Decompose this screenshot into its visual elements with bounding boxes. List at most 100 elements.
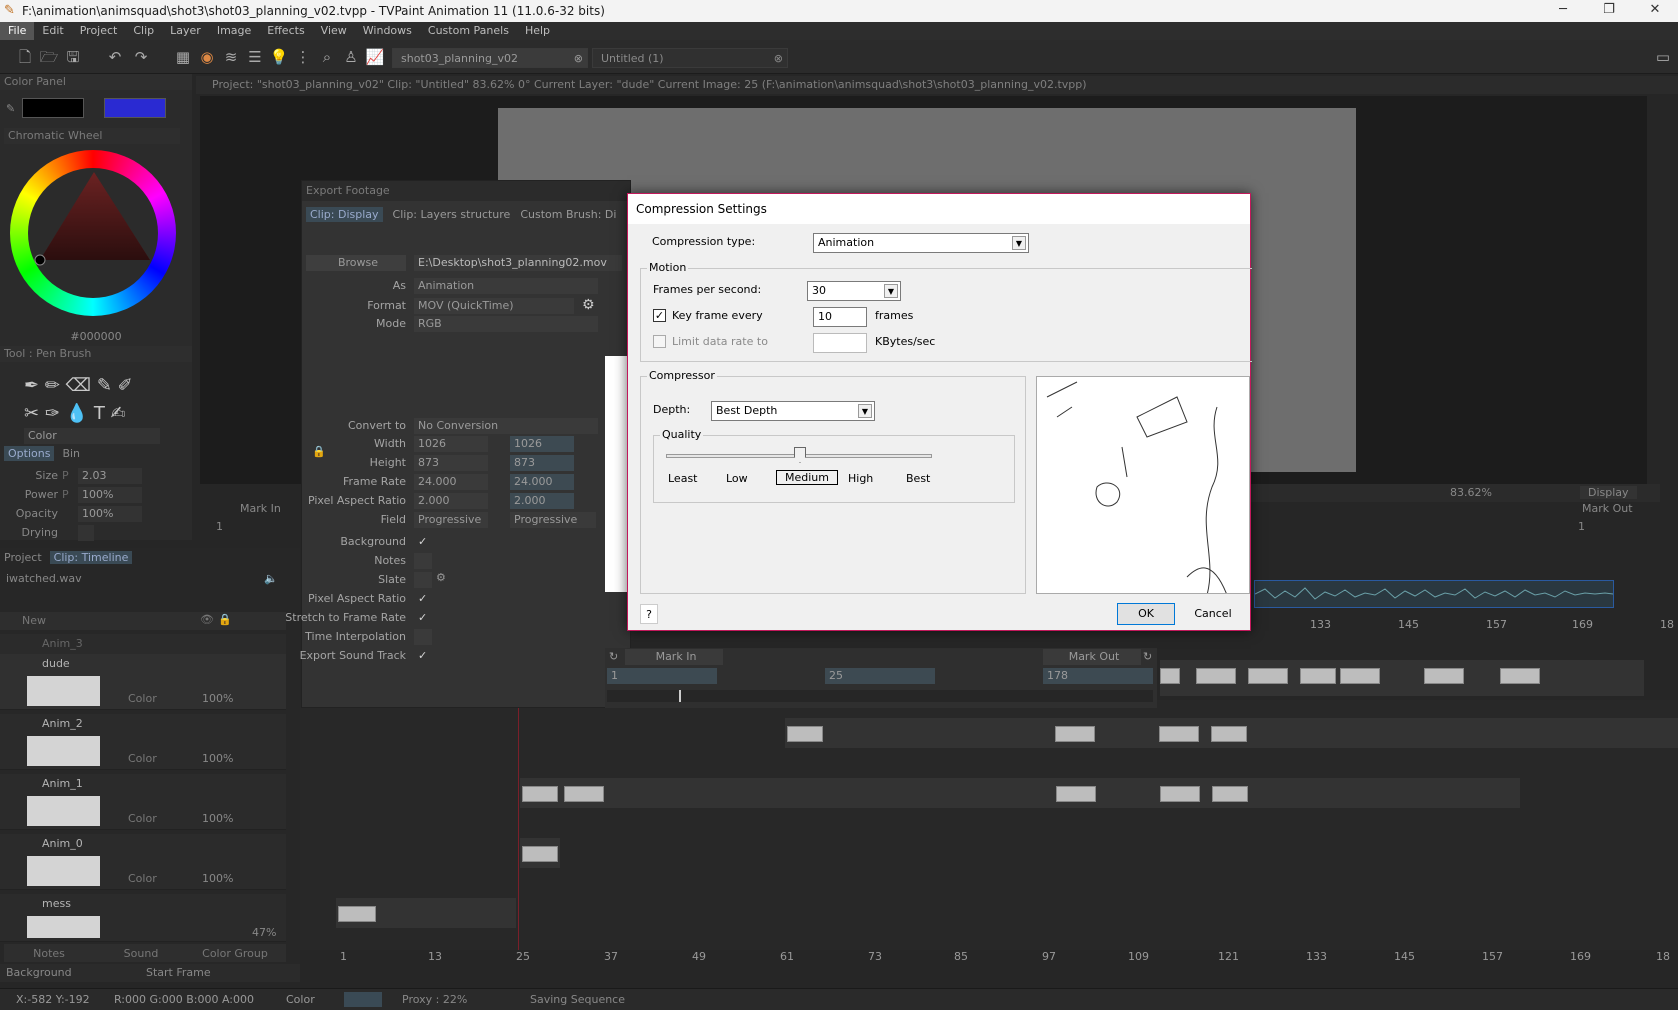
tab-bin[interactable]: Bin [58, 446, 84, 461]
tab-notes[interactable]: Notes [4, 947, 94, 960]
drying-value[interactable] [78, 524, 94, 541]
power-row[interactable]: Power P 100% [0, 485, 192, 504]
layer-opacity[interactable]: 100% [202, 692, 233, 705]
panel-menu-icon[interactable]: ▭ [1652, 46, 1674, 68]
layer-color[interactable]: Color [128, 752, 157, 765]
exposure-block[interactable] [1211, 726, 1247, 742]
reset-mark-out-icon[interactable]: ↻ [1143, 650, 1152, 663]
speaker-icon[interactable]: 🔈 [264, 572, 278, 585]
menu-view[interactable]: View [313, 22, 355, 40]
open-file-icon[interactable]: 🗁 [38, 46, 60, 68]
tool-color-field[interactable]: Color [24, 428, 160, 444]
background-checkbox[interactable]: ✓ [414, 534, 432, 550]
fps-dropdown[interactable]: 30 ▼ [807, 281, 901, 301]
browse-button[interactable]: Browse [306, 255, 406, 271]
clip-thumbnail[interactable] [1500, 668, 1540, 684]
viewer-mark-in-label[interactable]: Mark In [240, 502, 281, 515]
layer-opacity[interactable]: 100% [202, 872, 233, 885]
power-value[interactable]: 100% [78, 486, 142, 503]
exposure-block[interactable] [1159, 726, 1199, 742]
export-path[interactable]: E:\Desktop\shot3_planning02.mov [414, 255, 622, 271]
keyframe-input[interactable]: 10 [813, 307, 867, 327]
reset-mark-in-icon[interactable]: ↻ [609, 650, 618, 663]
tab-color-group[interactable]: Color Group [188, 947, 282, 960]
exposure-block[interactable] [1212, 786, 1248, 802]
clip-thumbnail[interactable] [1248, 668, 1288, 684]
layer-color[interactable]: Color [128, 692, 157, 705]
viewer-mark-out-label[interactable]: Mark Out [1582, 502, 1633, 515]
toolbar-panel-icon[interactable]: ▦ [172, 46, 194, 68]
chevron-down-icon[interactable]: ▼ [884, 284, 898, 298]
framerate-target[interactable]: 24.000 [510, 474, 574, 490]
cutter-icon[interactable]: ✂ [24, 403, 39, 424]
smudge-icon[interactable]: ✑ [45, 403, 60, 424]
lightbulb-icon[interactable]: 💡 [268, 46, 290, 68]
layer-color[interactable]: Color [128, 872, 157, 885]
layer-row[interactable]: Anim_3 [0, 634, 286, 654]
opacity-value[interactable]: 100% [78, 505, 142, 522]
field-target[interactable]: Progressive [510, 512, 596, 528]
marker-icon[interactable]: ✎ [97, 375, 112, 396]
exposure-block[interactable] [338, 906, 376, 922]
format-dropdown[interactable]: MOV (QuickTime) [414, 298, 574, 314]
clip-thumbnail[interactable] [1340, 668, 1380, 684]
help-button[interactable]: ? [640, 604, 658, 624]
timeline-tracks[interactable] [300, 660, 1678, 950]
pencil-icon[interactable]: ✏ [45, 375, 60, 396]
slate-checkbox[interactable] [414, 572, 432, 588]
limit-checkbox[interactable] [653, 335, 666, 348]
tab-close-icon[interactable]: ⊗ [574, 49, 583, 69]
mark-in-button[interactable]: Mark In [625, 649, 723, 665]
save-icon[interactable]: 🖫 [62, 46, 84, 68]
exposure-block[interactable] [1160, 786, 1200, 802]
new-layer-label[interactable]: New [22, 614, 46, 627]
layer-row[interactable]: Anim_1 Color 100% [0, 774, 286, 830]
size-row[interactable]: Size P 2.03 [0, 466, 192, 485]
export-range-slider[interactable] [607, 690, 1153, 702]
menu-effects[interactable]: Effects [259, 22, 312, 40]
cancel-button[interactable]: Cancel [1184, 603, 1242, 625]
text-tool-icon[interactable]: T [94, 403, 105, 424]
primary-color-swatch[interactable] [22, 98, 84, 118]
layer-row[interactable]: Anim_0 Color 100% [0, 834, 286, 890]
fill-icon[interactable]: 💧 [66, 403, 88, 424]
timeline-ruler[interactable]: 1 13 25 37 49 61 73 85 97 109 121 133 14… [300, 950, 1678, 964]
tab-custom-brush[interactable]: Custom Brush: Di [520, 208, 616, 221]
layer-row[interactable]: mess 47% [0, 894, 286, 942]
quality-slider[interactable] [666, 447, 932, 463]
exposure-block[interactable] [1055, 726, 1095, 742]
display-dropdown[interactable]: Display [1580, 486, 1637, 499]
pipette-icon[interactable]: ✎ [6, 102, 15, 115]
height-target[interactable]: 873 [510, 455, 574, 471]
secondary-color-swatch[interactable] [104, 98, 166, 118]
exposure-block[interactable] [787, 726, 823, 742]
menu-help[interactable]: Help [517, 22, 558, 40]
clip-thumbnail[interactable] [1160, 668, 1180, 684]
depth-dropdown[interactable]: Best Depth ▼ [711, 401, 875, 421]
menu-clip[interactable]: Clip [125, 22, 162, 40]
quality-slider-thumb[interactable] [794, 447, 806, 463]
drying-row[interactable]: Drying [0, 523, 192, 542]
graph-icon[interactable]: 📈 [364, 46, 386, 68]
clip-thumbnail[interactable] [1424, 668, 1464, 684]
tab-layers-structure[interactable]: Clip: Layers structure [393, 208, 511, 221]
close-icon[interactable]: ✕ [1632, 0, 1678, 22]
format-settings-gear-icon[interactable]: ⚙ [582, 297, 595, 313]
layer-opacity[interactable]: 100% [202, 752, 233, 765]
layer-color[interactable]: Color [128, 812, 157, 825]
current-frame-value[interactable]: 25 [825, 668, 935, 684]
start-frame-label[interactable]: Start Frame [146, 966, 211, 979]
tab-close-icon[interactable]: ⊗ [774, 49, 783, 69]
tab-sound[interactable]: Sound [94, 947, 188, 960]
top-ruler[interactable]: 133 145 157 169 18 [1254, 618, 1678, 632]
brush-stack-icon[interactable]: ≋ [220, 46, 242, 68]
size-value[interactable]: 2.03 [78, 467, 142, 484]
par-target[interactable]: 2.000 [510, 493, 574, 509]
background-label[interactable]: Background [6, 966, 72, 979]
menu-windows[interactable]: Windows [355, 22, 420, 40]
width-target[interactable]: 1026 [510, 436, 574, 452]
sound-track-row[interactable]: iwatched.wav 🔈 [0, 572, 286, 592]
layer-row[interactable]: Anim_2 Color 100% [0, 714, 286, 770]
interp-checkbox[interactable] [414, 629, 432, 645]
exposure-block[interactable] [564, 786, 604, 802]
